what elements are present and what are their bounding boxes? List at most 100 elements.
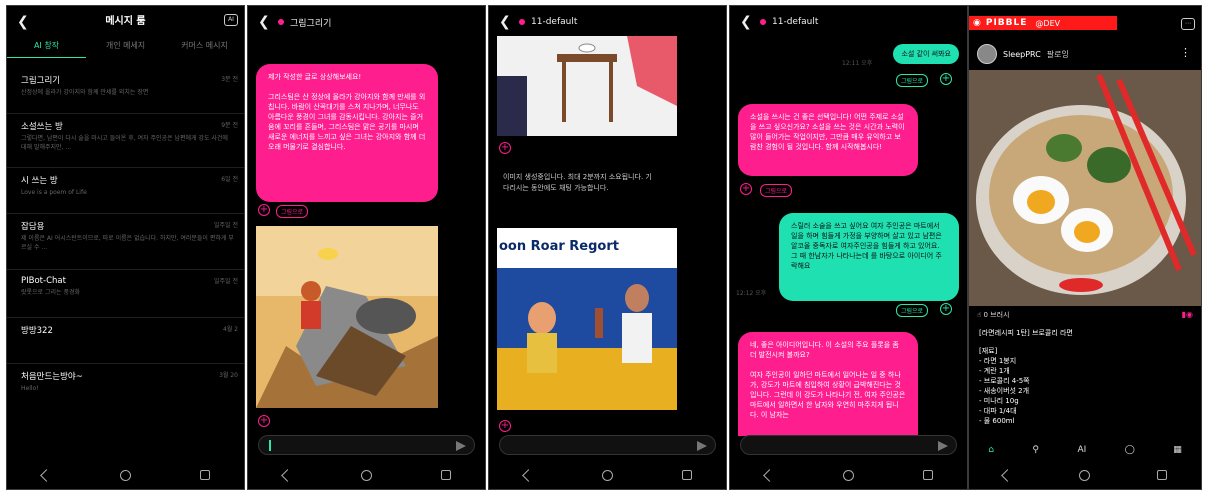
room-preview: 제 이름은 AI 어시스턴트이므로, 따로 이름은 없습니다. 하지만, 여러분… <box>21 235 234 251</box>
username[interactable]: SleepPRC <box>1003 50 1041 59</box>
add-circle-icon[interactable]: + <box>258 204 270 216</box>
to-image-button[interactable]: 그림으로 <box>896 74 929 87</box>
user-message-bubble: 스릴러 소술을 쓰고 싶어요 여자 주인공은 마트에서 일을 하며 힘들게 가정… <box>779 213 959 301</box>
ai-chat-icon[interactable]: ⋯ <box>1181 18 1195 30</box>
text-caret <box>269 440 271 451</box>
list-item[interactable]: PIBot-Chat 랏롯으로 그리는 풍경화 일주일 전 <box>7 270 244 318</box>
bookmark-icon[interactable]: ▮◉ <box>1182 310 1193 319</box>
ingredient-item: - 계란 1개 <box>979 367 1010 375</box>
send-icon[interactable] <box>938 441 948 451</box>
nav-home-icon[interactable] <box>601 469 613 481</box>
room-name: 잡담용 <box>21 222 45 232</box>
chat-title: 그림그리기 <box>290 18 332 29</box>
app-bottom-nav: ⌂ ⚲ AI ◯ ▦ <box>969 439 1201 461</box>
add-circle-icon[interactable]: + <box>940 73 952 85</box>
more-icon[interactable]: ⋮ <box>1180 46 1191 59</box>
room-dot-icon <box>519 19 525 25</box>
ai-tab[interactable]: AI <box>1077 445 1086 455</box>
back-icon[interactable]: ❮ <box>740 14 760 30</box>
nav-back-icon[interactable] <box>521 468 535 482</box>
bot-message-bubble: 네, 좋은 아이디어입니다. 이 소설의 주요 플롯을 좀 더 발전시켜 볼까요… <box>738 332 918 436</box>
ingredient-item: - 라면 1봉지 <box>979 357 1017 365</box>
user-message-bubble: 소설 같이 써봐요 <box>893 44 959 64</box>
nav-home-icon[interactable] <box>360 469 372 481</box>
room-dot-icon <box>760 19 766 25</box>
add-circle-icon[interactable]: + <box>740 183 752 195</box>
nav-home-icon[interactable] <box>1078 469 1090 481</box>
chat-title: 11-default <box>772 17 819 27</box>
chat-header: ❮ 그림그리기 <box>248 6 485 38</box>
system-nav-bar <box>969 461 1201 489</box>
add-circle-icon[interactable]: + <box>940 303 952 315</box>
chat-header: ❮ 11-default <box>730 6 967 38</box>
tab-commerce-message[interactable]: 커머스 메시지 <box>165 40 244 58</box>
message-time: 12:12 오후 <box>736 290 767 297</box>
list-item[interactable]: 소설쓰는 방 그렇다면, 남편이 다시 술을 마시고 들어온 후, 여자 주인공… <box>7 114 244 168</box>
page-title: 메시지 룸 <box>105 16 146 27</box>
nav-home-icon[interactable] <box>119 469 131 481</box>
room-list: 그림그리기 산정상에 올라가 강아지와 함께 만세를 외치는 장면 3분 전 소… <box>7 68 244 414</box>
add-circle-icon[interactable]: + <box>499 142 511 154</box>
chat-title: 11-default <box>531 17 578 27</box>
nav-back-icon[interactable] <box>762 468 776 482</box>
bot-message-bubble: 제가 작성한 글로 상상해보세요! 그리스팀은 산 정상에 올라가 강아지와 함… <box>256 64 438 202</box>
nav-recent-icon[interactable] <box>681 470 692 480</box>
like-count[interactable]: ☝ 0 브러시 <box>977 310 1010 320</box>
post-author-row: SleepPRC 팔로잉 <box>977 44 1069 64</box>
nav-recent-icon[interactable] <box>1157 470 1168 480</box>
ai-chat-icon[interactable]: AI <box>224 14 238 26</box>
to-image-button[interactable]: 그림으로 <box>760 184 793 197</box>
like-icon[interactable]: ☝ <box>977 311 981 319</box>
room-name: 처음만드는방야~ <box>21 372 83 382</box>
profile-icon[interactable]: ◯ <box>1125 445 1135 455</box>
screenshot-collage: ❮ 메시지 룸 AI AI 창작 개인 메세지 커머스 메시지 그림그리기 산정… <box>0 0 1207 495</box>
nav-recent-icon[interactable] <box>922 470 933 480</box>
send-icon[interactable] <box>697 441 707 451</box>
search-icon[interactable]: ⚲ <box>1032 445 1039 455</box>
home-icon[interactable]: ⌂ <box>988 445 994 455</box>
chat-novel-screen: ❮ 11-default 소설 같이 써봐요 12:11 오후 그림으로 + 소… <box>729 5 968 490</box>
nav-home-icon[interactable] <box>842 469 854 481</box>
recipe-title: [라면레시피 1탄] 브로콜리 라면 <box>979 329 1073 337</box>
room-preview: 랏롯으로 그리는 풍경화 <box>21 289 81 296</box>
to-image-button[interactable]: 그림으로 <box>276 205 309 218</box>
ingredient-item: - 물 600ml <box>979 417 1015 425</box>
message-room-screen: ❮ 메시지 룸 AI AI 창작 개인 메세지 커머스 메시지 그림그리기 산정… <box>6 5 245 490</box>
follow-status[interactable]: 팔로잉 <box>1047 49 1069 60</box>
add-circle-icon[interactable]: + <box>499 420 511 432</box>
room-preview: 산정상에 올라가 강아지와 함께 만세를 외치는 장면 <box>21 89 149 96</box>
ingredients-header: [재료] <box>979 347 998 355</box>
nav-recent-icon[interactable] <box>199 470 210 480</box>
nav-recent-icon[interactable] <box>440 470 451 480</box>
list-item[interactable]: 시 쓰는 방 Love is a poem of Life 6일 전 <box>7 168 244 214</box>
message-input[interactable] <box>258 435 475 455</box>
nav-back-icon[interactable] <box>1000 468 1014 482</box>
send-icon[interactable] <box>456 441 466 451</box>
tab-personal-message[interactable]: 개인 메세지 <box>86 40 165 58</box>
message-input[interactable] <box>499 435 716 455</box>
back-icon[interactable]: ❮ <box>499 14 519 30</box>
tab-ai-creation[interactable]: AI 창작 <box>7 40 86 58</box>
list-item[interactable]: 방방322 4월 2 <box>7 318 244 364</box>
message-input[interactable] <box>740 435 957 455</box>
room-name: PIBot-Chat <box>21 276 66 286</box>
avatar[interactable] <box>977 44 997 64</box>
bot-message-bubble: 소설을 쓰시는 건 좋은 선택입니다! 어떤 주제로 소설을 쓰고 싶으신가요?… <box>738 104 918 176</box>
nav-back-icon[interactable] <box>39 468 53 482</box>
room-dot-icon <box>278 19 284 25</box>
back-icon[interactable]: ❮ <box>258 14 278 30</box>
system-nav-bar <box>730 461 967 489</box>
to-image-button[interactable]: 그림으로 <box>896 304 929 317</box>
pibble-logo-icon: ◉ <box>973 18 982 28</box>
env-label: @DEV <box>1035 18 1061 28</box>
nav-back-icon[interactable] <box>280 468 294 482</box>
list-item[interactable]: 그림그리기 산정상에 올라가 강아지와 함께 만세를 외치는 장면 3분 전 <box>7 68 244 114</box>
list-item[interactable]: 처음만드는방야~ Hello! 3월 20 <box>7 364 244 414</box>
room-name: 그림그리기 <box>21 76 61 86</box>
generated-image <box>497 36 677 136</box>
list-item[interactable]: 잡담용 제 이름은 AI 어시스턴트이므로, 따로 이름은 없습니다. 하지만,… <box>7 214 244 270</box>
grid-menu-icon[interactable]: ▦ <box>1173 445 1182 455</box>
bubble-text: 제가 작성한 글로 상상해보세요! 그리스팀은 산 정상에 올라가 강아지와 함… <box>268 73 426 151</box>
ingredient-item: - 브로콜리 4-5쪽 <box>979 377 1030 385</box>
add-circle-icon[interactable]: + <box>258 415 270 427</box>
